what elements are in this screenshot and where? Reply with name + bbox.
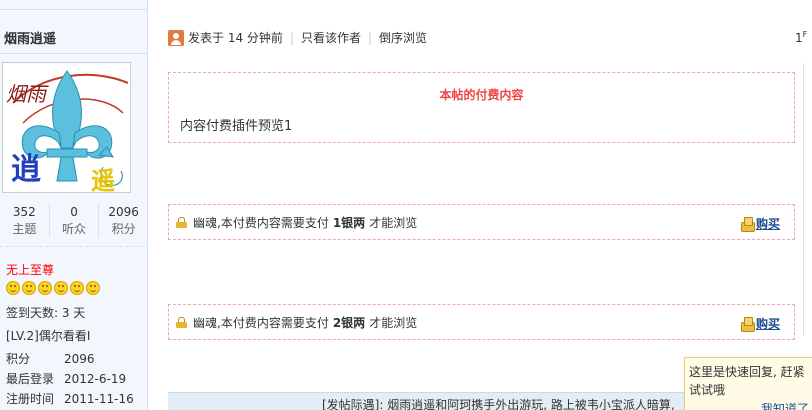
- buy-button[interactable]: 购买: [740, 315, 780, 332]
- post-time: 发表于 14 分钟前: [188, 31, 283, 45]
- buy-button[interactable]: 购买: [740, 215, 780, 232]
- avatar-fleur-de-lis-image: 烟雨 逍 遥: [3, 63, 130, 193]
- paid-content-body: 内容付费插件预览1: [180, 119, 293, 134]
- lock-icon: [176, 217, 187, 228]
- user-avatar-icon: [168, 29, 184, 46]
- paid-block: 幽魂,本付费内容需要支付 2银两 才能浏览 购买: [168, 304, 795, 340]
- paid-content-title: 本帖的付费内容: [439, 88, 524, 102]
- stat-threads[interactable]: 352 主题: [0, 204, 50, 238]
- paid-block-row: 幽魂,本付费内容需要支付 1银两 才能浏览: [169, 205, 794, 240]
- star-icon: [54, 281, 68, 295]
- rank-stars: [6, 281, 100, 295]
- info-last-login: 最后登录 2012-6-19: [6, 372, 127, 386]
- avatar[interactable]: 烟雨 逍 遥: [2, 62, 131, 193]
- star-icon: [38, 281, 52, 295]
- separator: |: [367, 30, 373, 45]
- tip-line-1: 这里是快速回复, 赶紧: [689, 365, 805, 379]
- quick-reply-tip: 这里是快速回复, 赶紧 试试哦 我知道了: [684, 357, 812, 410]
- star-icon: [86, 281, 100, 295]
- star-icon: [70, 281, 84, 295]
- sidebar-top-strip: [0, 0, 148, 10]
- info-register-date: 注册时间 2011-11-16: [6, 392, 134, 406]
- paid-block-row: 幽魂,本付费内容需要支付 2银两 才能浏览: [169, 305, 794, 340]
- reverse-order-link[interactable]: 倒序浏览: [379, 29, 427, 46]
- only-author-link[interactable]: 只看该作者: [301, 29, 361, 46]
- post-meta: 发表于 14 分钟前 | 只看该作者 | 倒序浏览: [168, 29, 427, 46]
- paid-block: 幽魂,本付费内容需要支付 1银两 才能浏览 购买: [168, 204, 795, 240]
- tip-line-2: 试试哦: [689, 383, 726, 397]
- svg-text:遥: 遥: [91, 167, 115, 193]
- floor-number[interactable]: 1F: [795, 30, 807, 45]
- price: 1银两: [332, 216, 366, 230]
- star-icon: [22, 281, 36, 295]
- paid-content-preview: 本帖的付费内容 内容付费插件预览1: [168, 72, 795, 143]
- stat-followers[interactable]: 0 听众: [50, 204, 100, 238]
- username[interactable]: 烟雨逍遥: [4, 28, 56, 47]
- coin-icon: [740, 216, 755, 232]
- divider: [0, 246, 148, 247]
- user-sidebar: 烟雨逍遥 烟雨 逍 遥 352 主题 0 听众 2096 积分 无上至尊 签到天…: [0, 0, 148, 410]
- coin-icon: [740, 316, 755, 332]
- post-notice-text: [发帖际遇]: 烟雨逍遥和阿珂携手外出游玩, 路上被韦小宝派人暗算,: [322, 398, 675, 410]
- user-rank[interactable]: 无上至尊: [6, 261, 54, 278]
- svg-text:烟雨: 烟雨: [6, 82, 49, 106]
- divider: [0, 53, 148, 54]
- signin-days: 签到天数: 3 天: [6, 306, 86, 320]
- separator: |: [289, 30, 294, 45]
- lock-icon: [176, 317, 187, 328]
- price: 2银两: [332, 316, 366, 330]
- user-stats: 352 主题 0 听众 2096 积分: [0, 204, 148, 238]
- scrollbar[interactable]: [803, 63, 812, 335]
- stat-credits[interactable]: 2096 积分: [99, 204, 148, 238]
- info-credits: 积分 2096: [6, 352, 95, 366]
- user-medal[interactable]: [LV.2]偶尔看看I: [6, 327, 90, 344]
- tip-dismiss-link[interactable]: 我知道了: [761, 400, 809, 410]
- svg-text:逍: 逍: [11, 152, 41, 187]
- star-icon: [6, 281, 20, 295]
